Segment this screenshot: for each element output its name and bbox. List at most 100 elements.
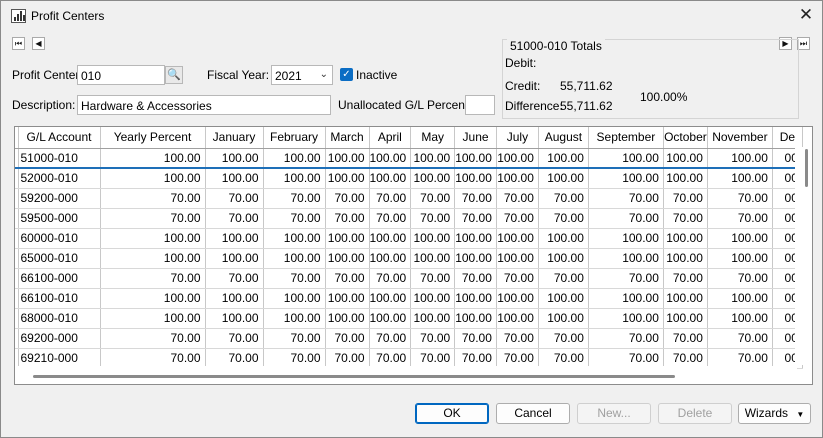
- percent-cell[interactable]: 100.00: [325, 228, 370, 249]
- percent-cell[interactable]: 70.00: [496, 188, 539, 209]
- percent-cell[interactable]: 70.00: [263, 328, 326, 349]
- horizontal-scroll-thumb[interactable]: [33, 375, 675, 378]
- percent-cell[interactable]: 70.00: [588, 348, 664, 369]
- percent-cell[interactable]: 100.00: [263, 288, 326, 309]
- column-header[interactable]: February: [263, 127, 326, 149]
- fiscal-year-select[interactable]: 2021 ⌄: [271, 65, 333, 85]
- percent-cell[interactable]: 70.00: [707, 268, 773, 289]
- percent-cell[interactable]: 70.00: [588, 188, 664, 209]
- gl-account-cell[interactable]: 68000-010: [18, 308, 101, 329]
- gl-account-cell[interactable]: 60000-010: [18, 228, 101, 249]
- table-row[interactable]: 59500-000 70.00 70.00 70.00 70.00 70.00 70.00 7…: [15, 208, 803, 229]
- percent-cell[interactable]: 100.00: [100, 248, 206, 269]
- percent-cell[interactable]: 70.00: [263, 268, 326, 289]
- percent-cell[interactable]: 100.00: [663, 168, 708, 189]
- percent-cell[interactable]: 100.00: [369, 148, 412, 169]
- gl-account-cell[interactable]: 51000-010: [18, 148, 101, 169]
- percent-cell[interactable]: 100.00: [663, 148, 708, 169]
- gl-account-cell[interactable]: 65000-010: [18, 248, 101, 269]
- percent-cell[interactable]: 100.00: [369, 308, 412, 329]
- percent-cell[interactable]: 70.00: [454, 208, 497, 229]
- percent-cell[interactable]: 100.00: [496, 228, 539, 249]
- percent-cell[interactable]: 100.00: [588, 168, 664, 189]
- percent-cell[interactable]: 100.00: [538, 308, 589, 329]
- vertical-scroll-thumb[interactable]: [805, 149, 808, 187]
- percent-cell[interactable]: 100.00: [410, 308, 456, 329]
- percent-cell[interactable]: 100.00: [707, 248, 773, 269]
- delete-button[interactable]: Delete: [658, 403, 732, 424]
- percent-cell[interactable]: 70.00: [410, 268, 456, 289]
- column-header[interactable]: May: [410, 127, 456, 149]
- percent-cell[interactable]: 100.00: [454, 288, 497, 309]
- percent-cell[interactable]: 70.00: [538, 268, 589, 289]
- column-header[interactable]: March: [325, 127, 370, 149]
- percent-cell[interactable]: 100.00: [100, 228, 206, 249]
- percent-cell[interactable]: 100.00: [263, 228, 326, 249]
- table-row[interactable]: 68000-010 100.00 100.00 100.00 100.00 100.00 1…: [15, 308, 803, 329]
- percent-cell[interactable]: 70.00: [663, 268, 708, 289]
- percent-cell[interactable]: 100.00: [325, 308, 370, 329]
- percent-cell[interactable]: 70.00: [100, 268, 206, 289]
- column-header[interactable]: G/L Account: [18, 127, 101, 149]
- percent-cell[interactable]: 100.00: [410, 148, 456, 169]
- percent-cell[interactable]: 70.00: [205, 268, 264, 289]
- percent-cell[interactable]: 100.00: [325, 248, 370, 269]
- percent-cell[interactable]: 100.00: [588, 308, 664, 329]
- percent-cell[interactable]: 70.00: [325, 188, 370, 209]
- percent-cell[interactable]: 100.00: [410, 248, 456, 269]
- lookup-search-icon[interactable]: 🔍: [165, 66, 183, 84]
- percent-cell[interactable]: 70.00: [369, 348, 412, 369]
- percent-cell[interactable]: 100.00: [100, 308, 206, 329]
- table-row[interactable]: 69200-000 70.00 70.00 70.00 70.00 70.00 70.00 7…: [15, 328, 803, 349]
- gl-account-cell[interactable]: 66100-010: [18, 288, 101, 309]
- percent-cell[interactable]: 100.00: [205, 148, 264, 169]
- percent-cell[interactable]: 70.00: [707, 208, 773, 229]
- profit-center-input[interactable]: 010: [77, 65, 165, 85]
- percent-cell[interactable]: 100.00: [325, 148, 370, 169]
- percent-cell[interactable]: 100.00: [663, 248, 708, 269]
- percent-cell[interactable]: 70.00: [205, 328, 264, 349]
- percent-cell[interactable]: 100.00: [100, 148, 206, 169]
- percent-cell[interactable]: 100.00: [663, 288, 708, 309]
- percent-cell[interactable]: 100.00: [707, 288, 773, 309]
- percent-cell[interactable]: 70.00: [325, 348, 370, 369]
- inactive-checkbox[interactable]: ✓: [340, 68, 353, 81]
- percent-cell[interactable]: 70.00: [496, 348, 539, 369]
- percent-cell[interactable]: 70.00: [325, 208, 370, 229]
- table-row[interactable]: 69210-000 70.00 70.00 70.00 70.00 70.00 70.00 7…: [15, 348, 803, 369]
- percent-cell[interactable]: 70.00: [588, 208, 664, 229]
- table-row[interactable]: 52000-010 100.00 100.00 100.00 100.00 100.00 1…: [15, 168, 803, 189]
- percent-cell[interactable]: 100.00: [496, 248, 539, 269]
- gl-account-cell[interactable]: 69200-000: [18, 328, 101, 349]
- percent-cell[interactable]: 100.00: [369, 168, 412, 189]
- ok-button[interactable]: OK: [415, 403, 489, 424]
- percent-cell[interactable]: 70.00: [205, 348, 264, 369]
- percent-cell[interactable]: 70.00: [538, 188, 589, 209]
- percent-cell[interactable]: 100.00: [410, 228, 456, 249]
- column-header[interactable]: November: [707, 127, 773, 149]
- percent-cell[interactable]: 70.00: [538, 208, 589, 229]
- percent-cell[interactable]: 100.00: [205, 228, 264, 249]
- column-header[interactable]: April: [369, 127, 412, 149]
- percent-cell[interactable]: 100.00: [588, 288, 664, 309]
- percent-cell[interactable]: 100.00: [369, 288, 412, 309]
- percent-cell[interactable]: 70.00: [325, 328, 370, 349]
- percent-cell[interactable]: 100.00: [410, 288, 456, 309]
- percent-cell[interactable]: 70.00: [707, 188, 773, 209]
- percent-cell[interactable]: 100.00: [588, 248, 664, 269]
- percent-cell[interactable]: 100.00: [454, 228, 497, 249]
- percent-cell[interactable]: 70.00: [454, 348, 497, 369]
- column-header[interactable]: July: [496, 127, 539, 149]
- percent-cell[interactable]: 100.00: [263, 148, 326, 169]
- table-row[interactable]: 66100-010 100.00 100.00 100.00 100.00 100.00 1…: [15, 288, 803, 309]
- percent-cell[interactable]: 100.00: [496, 168, 539, 189]
- percent-cell[interactable]: 70.00: [100, 328, 206, 349]
- percent-cell[interactable]: 100.00: [100, 288, 206, 309]
- percent-cell[interactable]: 70.00: [205, 208, 264, 229]
- percent-cell[interactable]: 70.00: [707, 328, 773, 349]
- gl-account-cell[interactable]: 69210-000: [18, 348, 101, 369]
- allocation-grid[interactable]: G/L Account Yearly Percent January February…: [14, 126, 813, 385]
- percent-cell[interactable]: 70.00: [454, 188, 497, 209]
- percent-cell[interactable]: 100.00: [205, 288, 264, 309]
- description-input[interactable]: Hardware & Accessories: [77, 95, 331, 115]
